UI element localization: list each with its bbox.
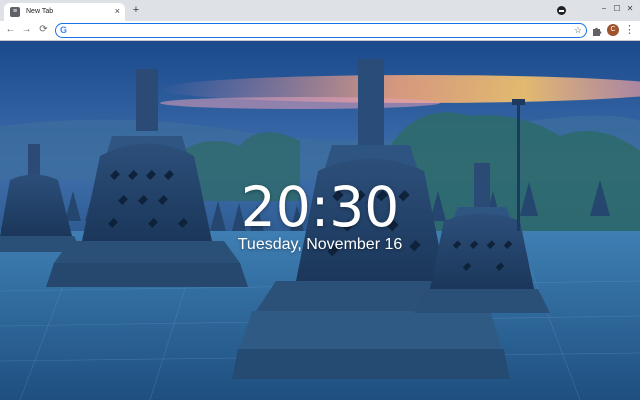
- address-input[interactable]: [72, 24, 552, 37]
- browser-toolbar: ← → ⟳ G ☆ C ⋮: [0, 21, 640, 41]
- tab-title: New Tab: [26, 8, 54, 15]
- close-tab-icon[interactable]: ×: [115, 5, 120, 17]
- clock-time: 20:30: [240, 175, 400, 239]
- tab-new-tab[interactable]: ≡ New Tab ×: [4, 3, 125, 21]
- tab-strip: ≡ New Tab × + − ☐ ✕: [0, 0, 640, 21]
- clock-date: Tuesday, November 16: [237, 236, 403, 253]
- avatar[interactable]: C: [607, 24, 619, 36]
- extensions-puzzle-icon[interactable]: [591, 25, 603, 37]
- address-bar[interactable]: G ☆: [55, 23, 587, 38]
- new-tab-button[interactable]: +: [130, 4, 142, 16]
- new-tab-page: 20:30 Tuesday, November 16: [0, 41, 640, 400]
- menu-icon[interactable]: ⋮: [624, 24, 635, 36]
- google-g-icon: G: [60, 25, 68, 35]
- close-window-button[interactable]: ✕: [622, 3, 638, 15]
- bookmark-star-icon[interactable]: ☆: [574, 24, 582, 37]
- page-icon: ≡: [10, 7, 20, 17]
- reload-button[interactable]: ⟳: [37, 23, 50, 37]
- back-button[interactable]: ←: [4, 23, 17, 37]
- media-control-icon[interactable]: [557, 6, 566, 15]
- forward-button[interactable]: →: [20, 23, 33, 37]
